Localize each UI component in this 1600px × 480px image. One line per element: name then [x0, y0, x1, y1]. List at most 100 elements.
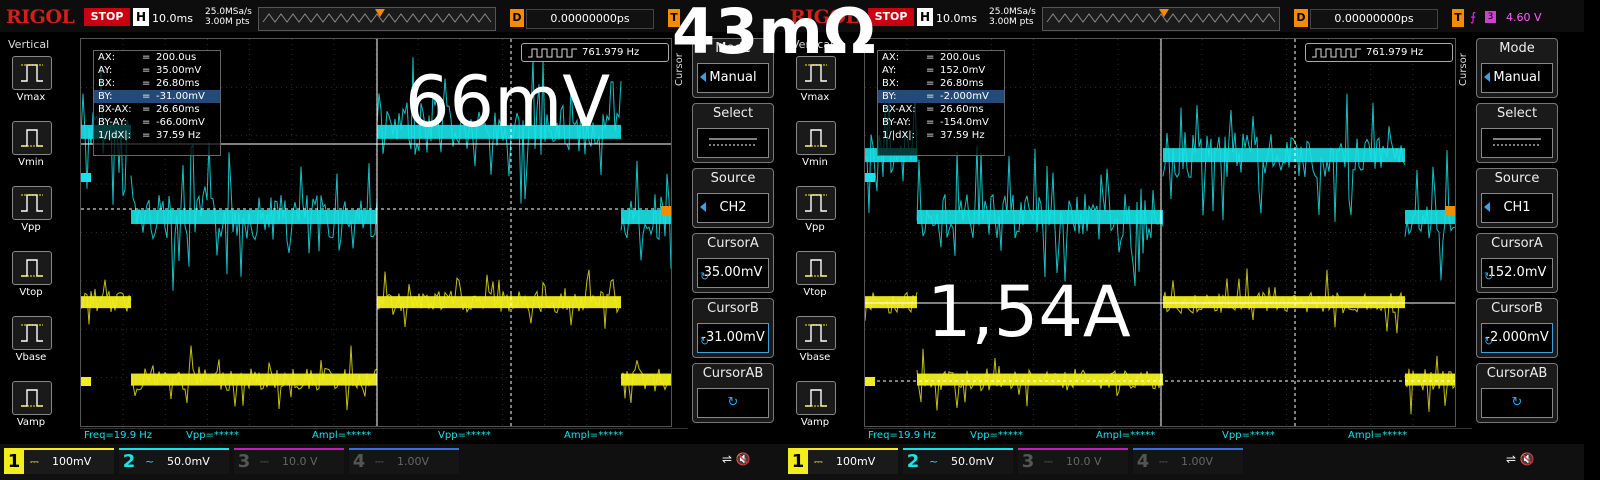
measurement-item: Freq=19.9 Hz [80, 428, 184, 442]
channel-number: 2 [903, 450, 923, 474]
readout-key: BX-AX: [98, 104, 132, 115]
meas-vpp-button[interactable] [12, 186, 52, 220]
cursor-readout-row: AX: = 200.0us [94, 51, 220, 64]
select-label: Select [712, 106, 754, 121]
meas-vtop-label: Vtop [19, 287, 43, 298]
readout-value: 37.59 Hz [156, 130, 201, 141]
delay-value: 0.00000000ps [1310, 9, 1438, 29]
cursorab-knob[interactable]: ↻ [697, 388, 769, 418]
frequency-counter: 761.979 Hz [521, 43, 669, 62]
channel-2-status[interactable]: 2 ~50.0mV [119, 448, 229, 474]
vertical-meas-menu: Vertical Vmax Vmin Vpp Vtop Vbase Vamp [784, 38, 842, 438]
ch1-trace-band [377, 296, 621, 309]
delay-key[interactable]: D [1294, 9, 1308, 27]
select-indicator[interactable] [1481, 128, 1553, 158]
left-arrow-icon [700, 202, 706, 212]
pulse-vbase-icon [21, 324, 43, 342]
cursora-value[interactable]: ↻ 35.00mV [697, 258, 769, 288]
select-block[interactable]: Select [1476, 103, 1558, 163]
channel-number: 4 [349, 450, 369, 474]
annotation-voltage: 66mV [405, 61, 611, 143]
readout-value: -2.000mV [940, 91, 989, 102]
meas-vbase-button[interactable] [12, 316, 52, 350]
meas-vpp-label: Vpp [21, 222, 41, 233]
cursora-block[interactable]: CursorA ↻ 35.00mV [692, 233, 774, 293]
cursorab-block[interactable]: CursorAB ↻ [1476, 363, 1558, 423]
channel-1-status[interactable]: 1 ⎓ 100mV [4, 448, 114, 474]
readout-equals: = [142, 65, 151, 76]
horizontal-key[interactable]: H [133, 8, 149, 26]
channel-4-status[interactable]: 4 ⎓ 1.00V [349, 448, 459, 474]
source-block[interactable]: Source CH1 [1476, 168, 1558, 228]
readout-key: BY-AY: [98, 117, 127, 128]
meas-vmax-button[interactable] [12, 56, 52, 90]
coupling-icon: ⎓ [1159, 455, 1168, 468]
meas-vamp-button[interactable] [12, 381, 52, 415]
scope-screen-left: RIGOL STOP H 10.0ms 25.0MSa/s 3.00M pts … [0, 0, 800, 480]
select-block[interactable]: Select [692, 103, 774, 163]
cursorb-value[interactable]: ↻ -2.000mV [1481, 323, 1553, 353]
meas-vmin-button[interactable] [796, 121, 836, 155]
select-indicator[interactable] [697, 128, 769, 158]
resistance-title: 43mΩ [672, 0, 876, 68]
mode-block[interactable]: Mode Manual [1476, 38, 1558, 98]
cursorab-knob[interactable]: ↻ [1481, 388, 1553, 418]
coupling-icon: ~ [145, 455, 155, 468]
source-block[interactable]: Source CH2 [692, 168, 774, 228]
ch1-offset-marker [865, 377, 875, 386]
delay-key[interactable]: D [510, 9, 524, 27]
source-select[interactable]: CH1 [1481, 193, 1553, 223]
run-stop-status[interactable]: STOP [84, 8, 130, 26]
channel-3-status[interactable]: 3 ⎓ 10.0 V [234, 448, 344, 474]
scope-screen-right: RIGOL STOP H 10.0ms 25.0MSa/s 3.00M pts … [784, 0, 1584, 480]
meas-vmin-button[interactable] [12, 121, 52, 155]
cursora-label: CursorA [1491, 236, 1543, 251]
channel-3-status[interactable]: 3 ⎓ 10.0 V [1018, 448, 1128, 474]
readout-equals: = [142, 91, 151, 102]
readout-key: BY: [882, 91, 897, 102]
cursor-readout: AX: = 200.0us AY: = 35.00mV BX: = 26.80ms BY: = -31… [93, 50, 221, 156]
meas-vtop-button[interactable] [796, 251, 836, 285]
meas-vpp-button[interactable] [796, 186, 836, 220]
cursorb-value[interactable]: ↻ -31.00mV [697, 323, 769, 353]
channel-scale: 10.0 V [282, 455, 318, 468]
source-label: Source [710, 171, 756, 186]
meas-vamp-button[interactable] [796, 381, 836, 415]
cursor-readout-row: BX: = 26.80ms [94, 77, 220, 90]
readout-equals: = [142, 130, 151, 141]
cursorb-block[interactable]: CursorB ↻ -31.00mV [692, 298, 774, 358]
cursor-readout-row: BY: = -31.00mV [94, 90, 220, 103]
cursora-block[interactable]: CursorA ↻ 152.0mV [1476, 233, 1558, 293]
usb-speaker-icons: ⇌ 🔇 [722, 452, 751, 466]
trigger-level-marker [1445, 206, 1455, 215]
cursora-value[interactable]: ↻ 152.0mV [1481, 258, 1553, 288]
meas-vtop-button[interactable] [12, 251, 52, 285]
cursorb-block[interactable]: CursorB ↻ -2.000mV [1476, 298, 1558, 358]
meas-vmax-label: Vmax [800, 92, 830, 103]
channel-2-status[interactable]: 2 ~50.0mV [903, 448, 1013, 474]
cursor-readout-row: AY: = 152.0mV [878, 64, 1004, 77]
source-select[interactable]: CH2 [697, 193, 769, 223]
pulse-vmin-icon [21, 129, 43, 147]
measurement-item: Vpp=***** [966, 428, 1094, 442]
coupling-icon: ~ [929, 455, 939, 468]
meas-vbase-button[interactable] [796, 316, 836, 350]
channel-number: 4 [1133, 450, 1153, 474]
trigger-key[interactable]: T [1452, 9, 1464, 27]
brand-logo: RIGOL [6, 6, 75, 28]
channel-4-status[interactable]: 4 ⎓ 1.00V [1133, 448, 1243, 474]
readout-key: BX: [98, 78, 116, 89]
knob-icon: ↻ [700, 335, 710, 348]
mode-select[interactable]: Manual [1481, 63, 1553, 93]
ch2-trace-band [917, 210, 1163, 225]
channel-1-status[interactable]: 1 ⎓ 100mV [788, 448, 898, 474]
coupling-icon: ⎓ [30, 455, 39, 468]
ch2-offset-marker [865, 173, 875, 182]
measurement-item: Ampl=***** [1092, 428, 1220, 442]
ch2-trace-band [131, 210, 377, 225]
timebase-value: 10.0ms [936, 12, 977, 25]
cursorab-block[interactable]: CursorAB ↻ [692, 363, 774, 423]
channel-number: 3 [234, 450, 254, 474]
pulse-vtop-icon [805, 259, 827, 277]
horizontal-key[interactable]: H [917, 8, 933, 26]
